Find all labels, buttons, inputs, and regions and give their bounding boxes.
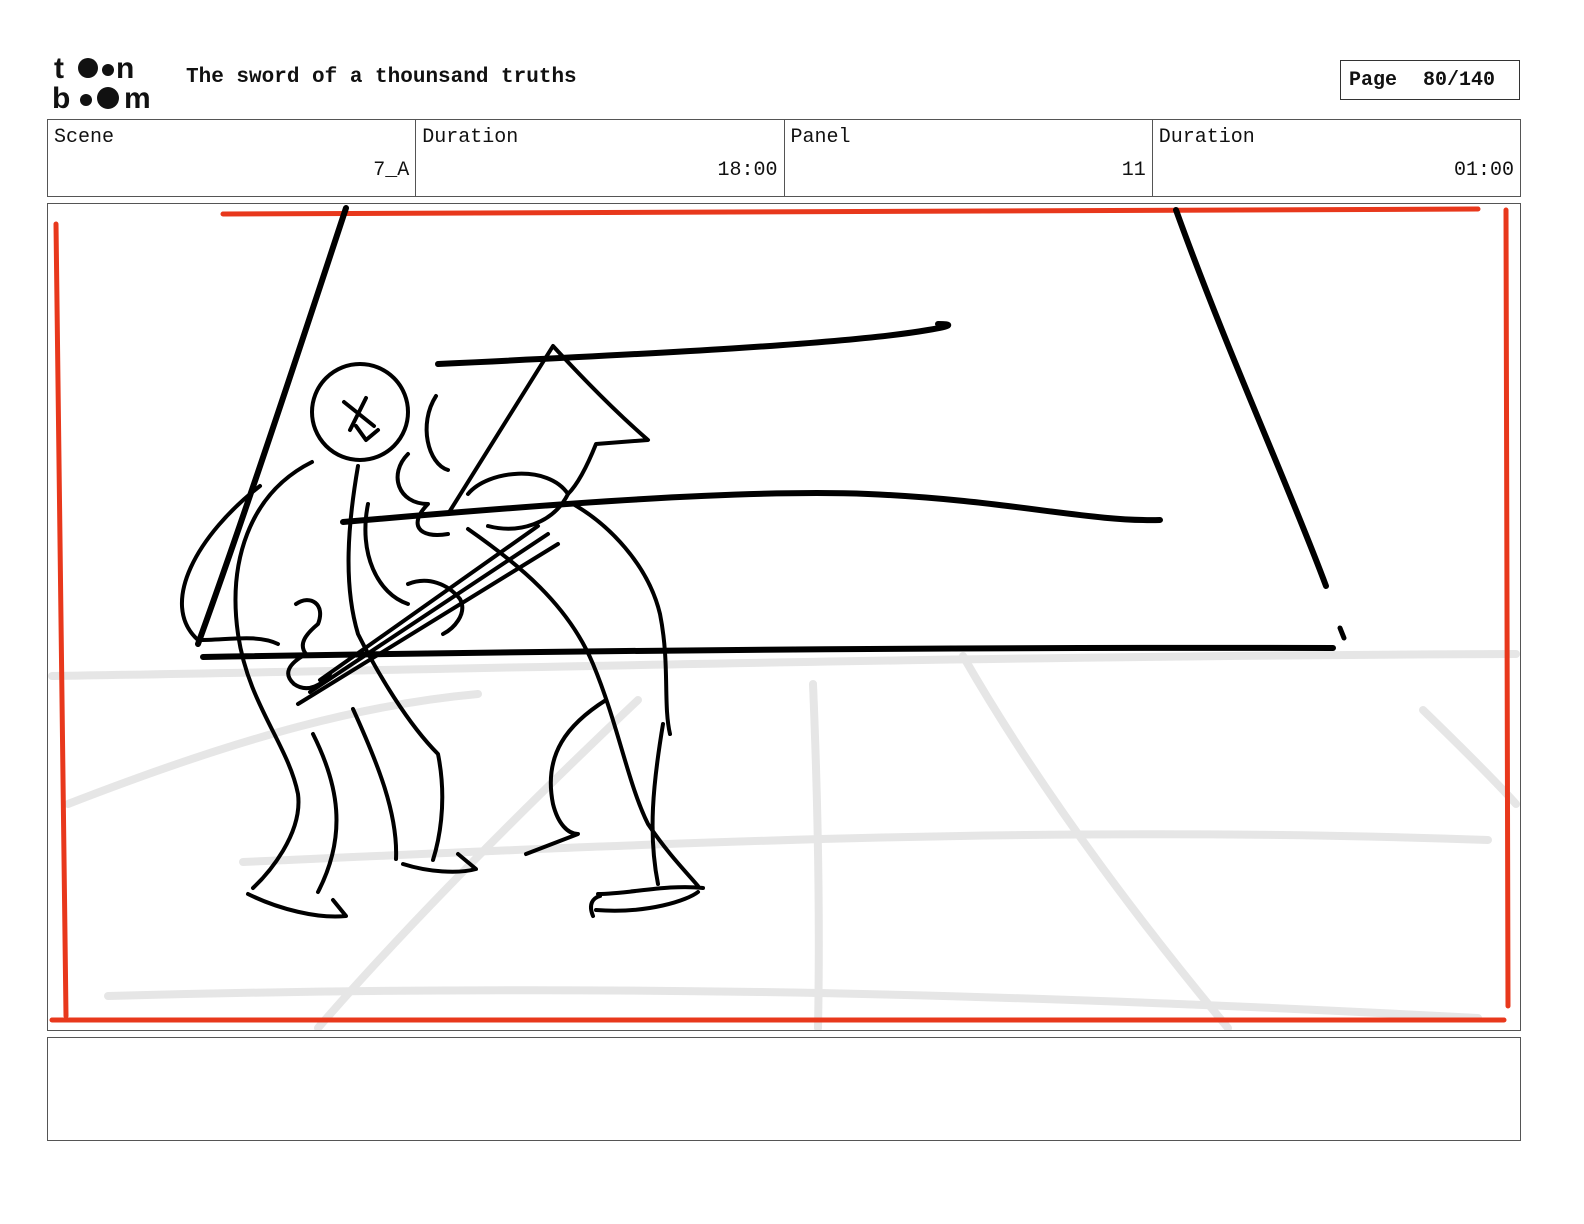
scene-duration-cell: Duration 18:00	[416, 120, 785, 196]
svg-text:n: n	[116, 52, 134, 85]
scene-value: 7_A	[373, 159, 410, 182]
scene-info-table: Scene 7_A Duration 18:00 Panel 11 Durati…	[47, 119, 1521, 197]
page-label: Page	[1349, 68, 1398, 92]
storyboard-panel	[47, 203, 1521, 1031]
page-number: 80/140	[1423, 68, 1496, 92]
svg-text:m: m	[124, 82, 151, 112]
character-sketch	[179, 205, 1347, 919]
panel-duration-label: Duration	[1158, 126, 1255, 149]
svg-text:b: b	[52, 82, 70, 112]
panel-notes-box	[47, 1037, 1521, 1141]
toonboom-logo: t n b m	[52, 52, 151, 112]
scene-duration-label: Duration	[422, 126, 519, 149]
panel-duration-value: 01:00	[1453, 159, 1514, 182]
panel-value: 11	[1121, 159, 1146, 182]
panel-sketch	[48, 205, 1520, 1030]
safe-frame	[49, 206, 1511, 1023]
scene-duration-value: 18:00	[717, 159, 778, 182]
panel-cell: Panel 11	[785, 120, 1153, 196]
floor-guides	[48, 650, 1520, 1030]
scene-cell: Scene 7_A	[48, 120, 417, 196]
svg-text:t: t	[54, 52, 64, 85]
panel-duration-cell: Duration 01:00	[1153, 120, 1520, 196]
panel-label: Panel	[790, 126, 851, 149]
storyboard-title: The sword of a thounsand truths	[186, 66, 577, 89]
scene-label: Scene	[54, 126, 115, 149]
page-indicator: Page 80/140	[1340, 60, 1520, 100]
